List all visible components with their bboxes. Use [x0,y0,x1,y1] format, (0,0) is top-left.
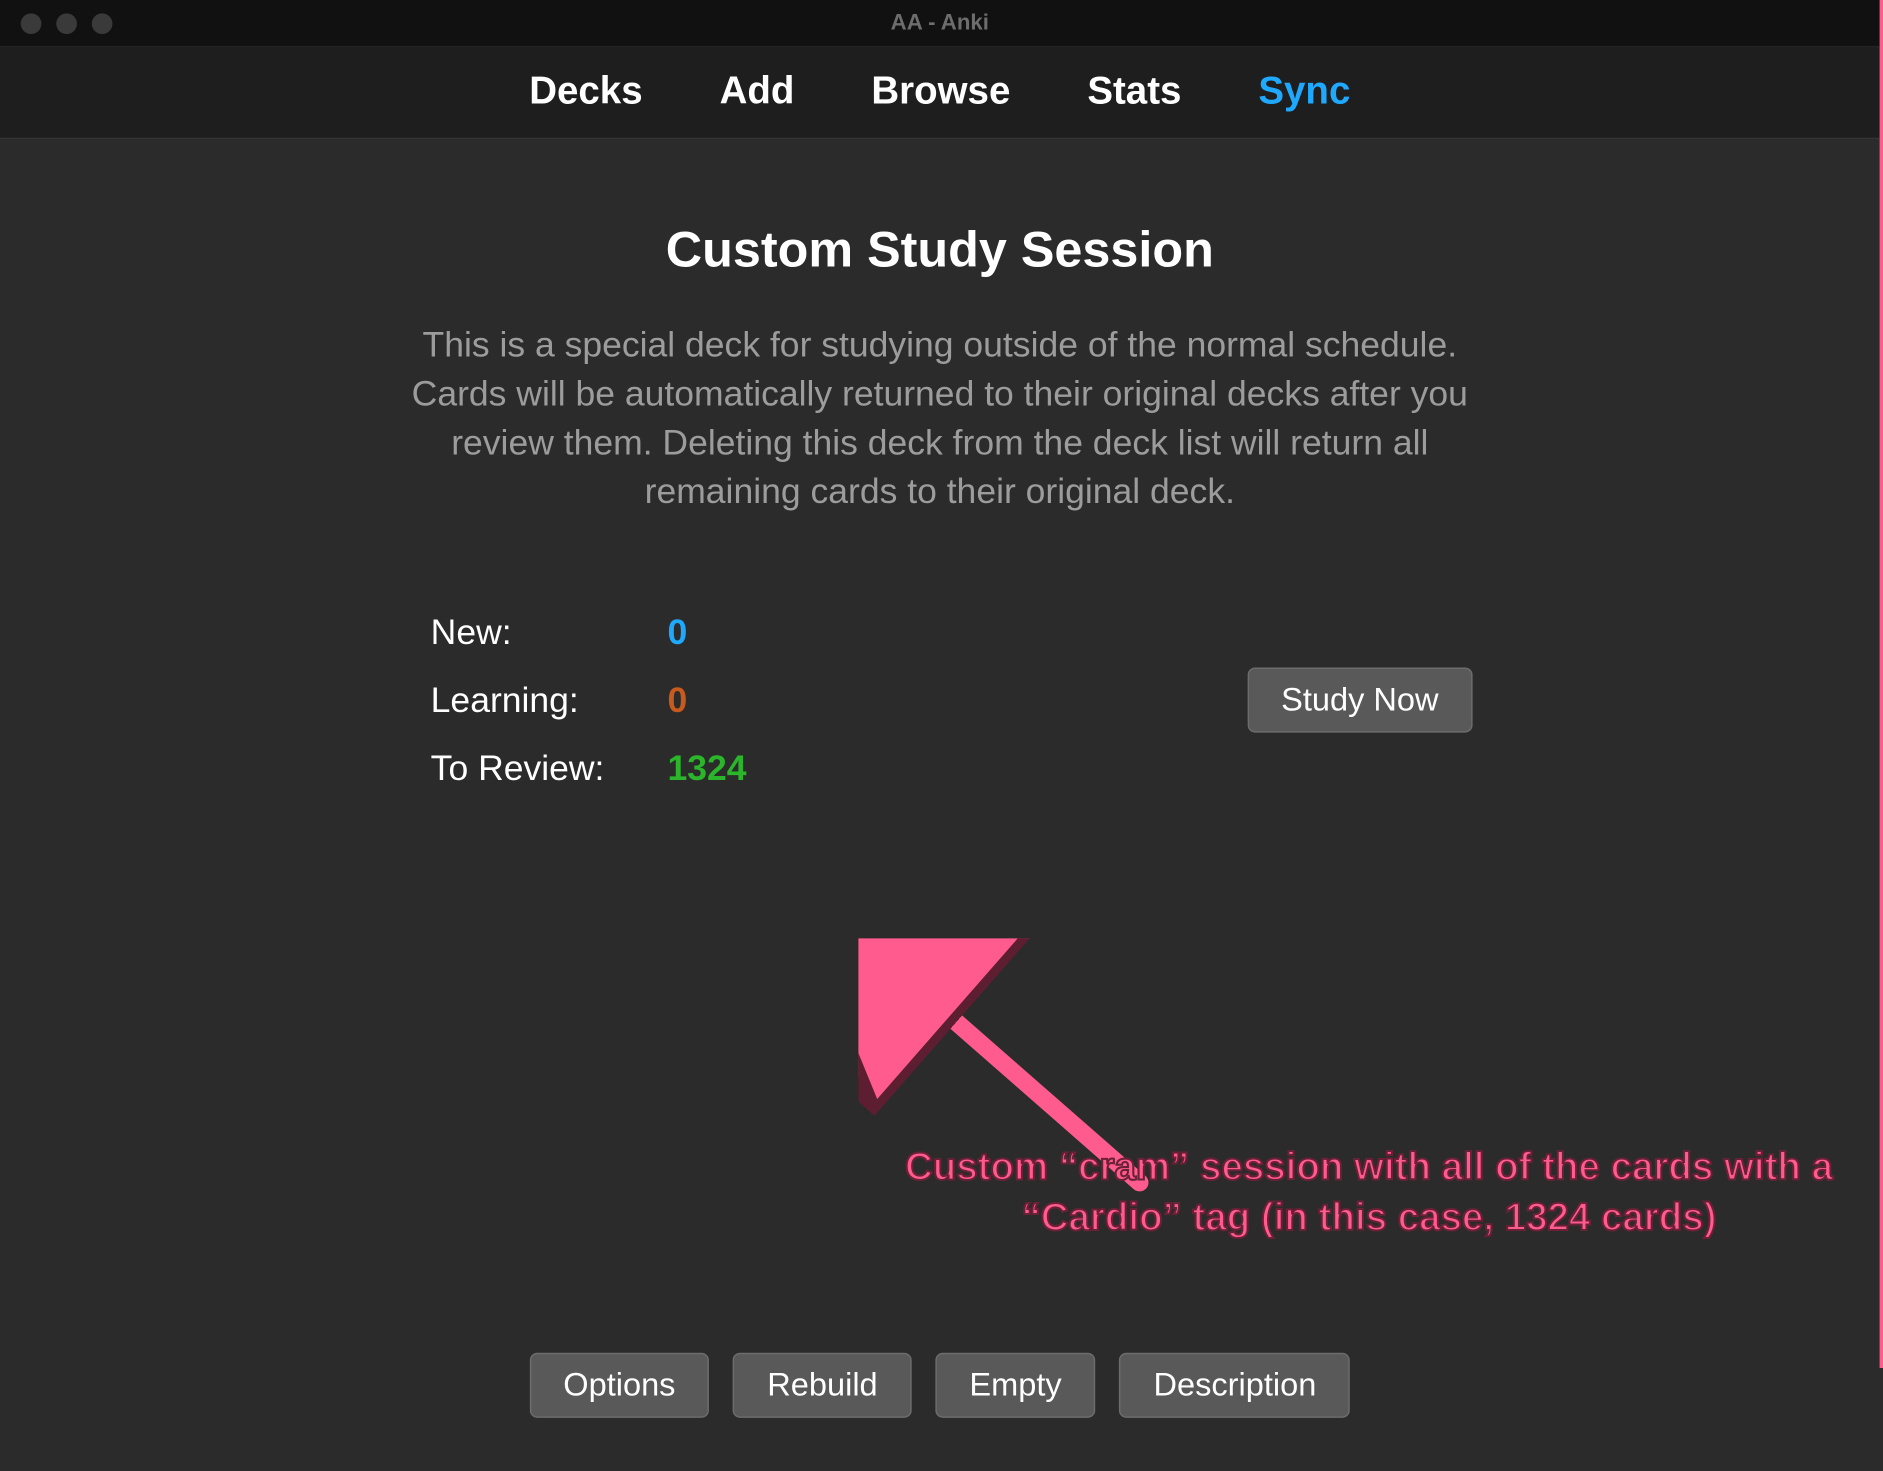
stat-new-label: New: [431,600,668,667]
page-title: Custom Study Session [0,222,1880,280]
stat-row-review: To Review: 1324 [431,735,747,802]
nav-decks[interactable]: Decks [529,68,642,114]
window-titlebar: AA - Anki [0,0,1880,47]
annotation-arrow-icon [858,938,1184,1219]
description-button[interactable]: Description [1119,1353,1350,1418]
bottom-button-bar: Options Rebuild Empty Description [0,1353,1880,1418]
annotation-text: Custom “cram” session with all of the ca… [903,1143,1835,1243]
window-traffic-lights [0,13,112,34]
close-icon[interactable] [21,13,42,34]
stat-row-learning: Learning: 0 [431,668,747,735]
stat-row-new: New: 0 [431,600,747,667]
nav-browse[interactable]: Browse [871,68,1010,114]
minimize-icon[interactable] [56,13,77,34]
deck-description: This is a special deck for studying outs… [377,321,1502,517]
nav-sync[interactable]: Sync [1258,68,1350,114]
top-nav: Decks Add Browse Stats Sync [0,47,1880,139]
options-button[interactable]: Options [529,1353,709,1418]
empty-button[interactable]: Empty [935,1353,1095,1418]
stat-new-value: 0 [667,600,687,667]
nav-add[interactable]: Add [720,68,795,114]
stat-review-value: 1324 [667,735,746,802]
stat-learning-value: 0 [667,668,687,735]
study-now-button[interactable]: Study Now [1247,668,1473,733]
nav-stats[interactable]: Stats [1087,68,1181,114]
study-stats: New: 0 Learning: 0 To Review: 1324 [431,600,747,802]
main-content: Custom Study Session This is a special d… [0,139,1880,1471]
zoom-icon[interactable] [92,13,113,34]
rebuild-button[interactable]: Rebuild [733,1353,912,1418]
window-title: AA - Anki [0,10,1880,35]
stat-review-label: To Review: [431,735,668,802]
stat-learning-label: Learning: [431,668,668,735]
